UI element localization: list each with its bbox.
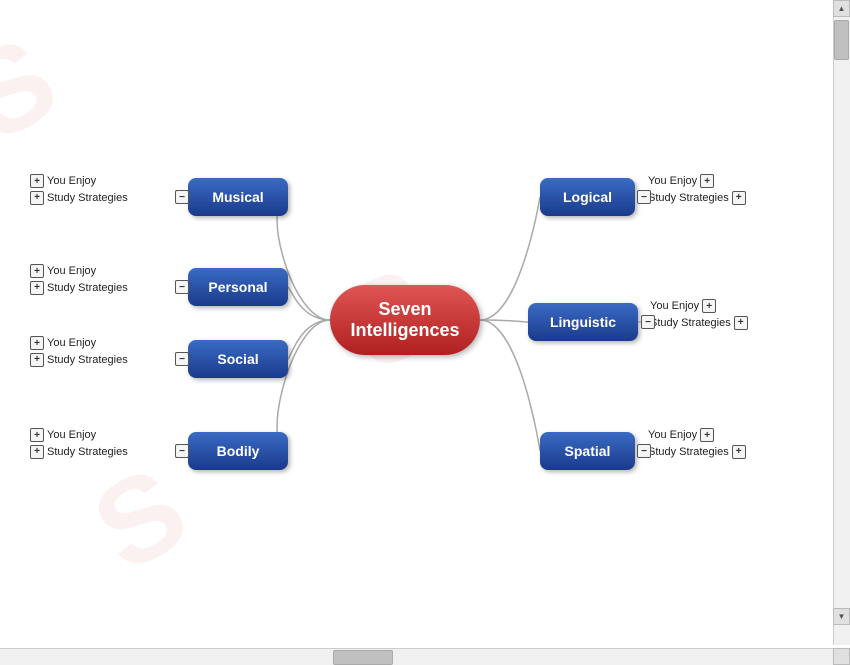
spatial-node[interactable]: Spatial <box>540 432 635 470</box>
bodily-label: Bodily <box>217 443 260 459</box>
musical-leaf: + You Enjoy + Study Strategies <box>30 173 128 206</box>
bodily-minus[interactable]: − <box>175 444 189 458</box>
bodily-enjoy-label: You Enjoy <box>47 427 96 444</box>
personal-minus[interactable]: − <box>175 280 189 294</box>
linguistic-study-label: Study Strategies <box>650 315 731 332</box>
social-node[interactable]: Social <box>188 340 288 378</box>
spatial-label: Spatial <box>565 443 611 459</box>
spatial-study-label: Study Strategies <box>648 444 729 461</box>
spatial-study-plus[interactable]: + <box>732 445 746 459</box>
logical-minus[interactable]: − <box>637 190 651 204</box>
bodily-enjoy-plus[interactable]: + <box>30 428 44 442</box>
musical-label: Musical <box>212 189 263 205</box>
linguistic-study-plus[interactable]: + <box>734 316 748 330</box>
social-study-label: Study Strategies <box>47 352 128 369</box>
linguistic-enjoy-label: You Enjoy <box>650 298 699 315</box>
musical-minus[interactable]: − <box>175 190 189 204</box>
center-node[interactable]: SevenIntelligences <box>330 285 480 355</box>
logical-node[interactable]: Logical <box>540 178 635 216</box>
logical-label: Logical <box>563 189 612 205</box>
center-label: SevenIntelligences <box>350 299 459 341</box>
bodily-study-label: Study Strategies <box>47 444 128 461</box>
personal-node[interactable]: Personal <box>188 268 288 306</box>
scroll-down-button[interactable]: ▼ <box>833 608 850 625</box>
social-minus[interactable]: − <box>175 352 189 366</box>
horizontal-scrollbar[interactable] <box>0 648 833 665</box>
scrollbar-corner <box>833 648 850 665</box>
bodily-node[interactable]: Bodily <box>188 432 288 470</box>
personal-study-label: Study Strategies <box>47 280 128 297</box>
personal-enjoy-plus[interactable]: + <box>30 264 44 278</box>
logical-study-label: Study Strategies <box>648 190 729 207</box>
linguistic-node[interactable]: Linguistic <box>528 303 638 341</box>
personal-enjoy-label: You Enjoy <box>47 263 96 280</box>
watermark-1: S <box>0 9 79 169</box>
vertical-scrollbar[interactable]: ▲ ▼ <box>833 0 850 645</box>
logical-study-plus[interactable]: + <box>732 191 746 205</box>
linguistic-minus[interactable]: − <box>641 315 655 329</box>
linguistic-label: Linguistic <box>550 314 616 330</box>
personal-label: Personal <box>208 279 267 295</box>
personal-study-plus[interactable]: + <box>30 281 44 295</box>
logical-enjoy-plus[interactable]: + <box>700 174 714 188</box>
musical-node[interactable]: Musical <box>188 178 288 216</box>
scroll-up-button[interactable]: ▲ <box>833 0 850 17</box>
bodily-study-plus[interactable]: + <box>30 445 44 459</box>
musical-enjoy-plus[interactable]: + <box>30 174 44 188</box>
musical-study-label: Study Strategies <box>47 190 128 207</box>
scroll-thumb-vertical[interactable] <box>834 20 849 60</box>
social-label: Social <box>217 351 258 367</box>
linguistic-enjoy-plus[interactable]: + <box>702 299 716 313</box>
spatial-enjoy-plus[interactable]: + <box>700 428 714 442</box>
musical-study-plus[interactable]: + <box>30 191 44 205</box>
spatial-leaf: You Enjoy + Study Strategies + <box>648 427 746 460</box>
social-study-plus[interactable]: + <box>30 353 44 367</box>
personal-leaf: + You Enjoy + Study Strategies <box>30 263 128 296</box>
social-enjoy-plus[interactable]: + <box>30 336 44 350</box>
linguistic-leaf: You Enjoy + Study Strategies + <box>650 298 748 331</box>
bodily-leaf: + You Enjoy + Study Strategies <box>30 427 128 460</box>
social-enjoy-label: You Enjoy <box>47 335 96 352</box>
social-leaf: + You Enjoy + Study Strategies <box>30 335 128 368</box>
logical-leaf: You Enjoy + Study Strategies + <box>648 173 746 206</box>
scroll-thumb-horizontal[interactable] <box>333 650 393 665</box>
spatial-enjoy-label: You Enjoy <box>648 427 697 444</box>
spatial-minus[interactable]: − <box>637 444 651 458</box>
logical-enjoy-label: You Enjoy <box>648 173 697 190</box>
musical-enjoy-label: You Enjoy <box>47 173 96 190</box>
